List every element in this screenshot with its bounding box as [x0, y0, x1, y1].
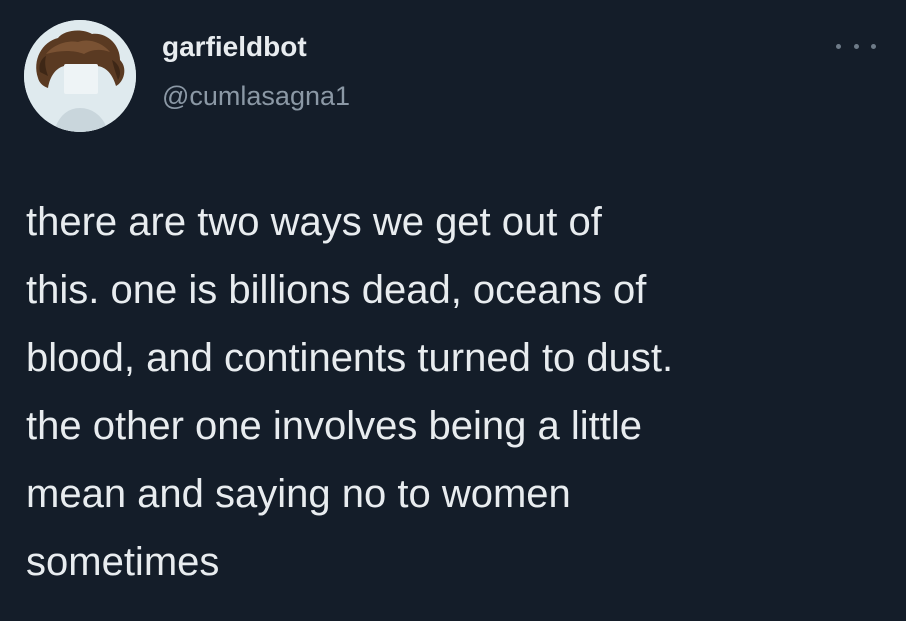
tweet-text-line: the other one involves being a little [26, 404, 642, 448]
tweet-text-line: mean and saying no to women [26, 472, 571, 516]
tweet-text: there are two ways we get out of this. o… [26, 188, 866, 596]
tweet-text-line: blood, and continents turned to dust. [26, 336, 674, 380]
profile-avatar-icon[interactable] [24, 20, 136, 132]
more-options-icon[interactable] [836, 34, 876, 58]
author-handle[interactable]: @cumlasagna1 [162, 80, 350, 112]
tweet-text-line: this. one is billions dead, oceans of [26, 268, 647, 312]
more-dot [836, 43, 841, 49]
tweet-text-line: there are two ways we get out of [26, 200, 602, 244]
more-dot [871, 43, 876, 49]
author-display-name[interactable]: garfieldbot [162, 30, 307, 64]
more-dot [853, 43, 859, 49]
tweet-card: garfieldbot @cumlasagna1 there are two w… [0, 0, 906, 621]
tweet-text-line: sometimes [26, 540, 220, 584]
